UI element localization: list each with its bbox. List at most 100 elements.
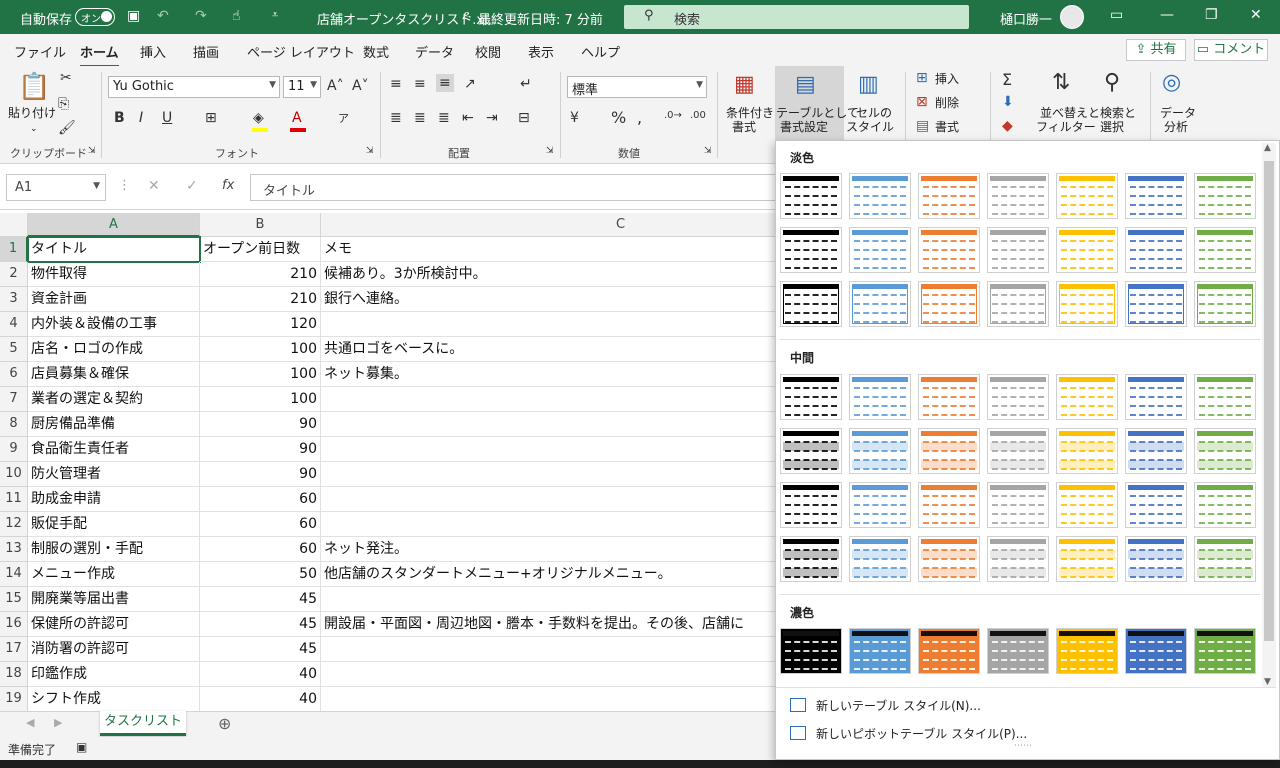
row-header[interactable]: 1 — [0, 237, 28, 262]
user-avatar[interactable] — [1060, 5, 1084, 29]
align-center-icon[interactable]: ≣ — [414, 110, 426, 126]
row-header[interactable]: 12 — [0, 512, 28, 537]
restore-icon[interactable]: ❐ — [1205, 7, 1218, 23]
table-style-option[interactable] — [918, 281, 980, 327]
format-as-table-label-2[interactable]: 書式設定 — [780, 120, 828, 134]
autosave-toggle[interactable]: オン — [75, 8, 115, 26]
align-left-icon[interactable]: ≣ — [390, 110, 402, 126]
cell-title[interactable]: 制服の選別・手配 — [28, 537, 200, 562]
cell-styles-label-1[interactable]: セルの — [856, 106, 892, 120]
find-select-label-2[interactable]: 選択 — [1100, 120, 1124, 134]
align-bottom-icon[interactable]: ≡ — [436, 74, 454, 92]
row-header[interactable]: 4 — [0, 312, 28, 337]
table-style-option[interactable] — [1056, 428, 1118, 474]
increase-decimal-icon[interactable]: .0→ — [664, 110, 682, 121]
table-style-option[interactable] — [918, 227, 980, 273]
cell-title[interactable]: 業者の選定＆契約 — [28, 387, 200, 412]
table-style-option[interactable] — [1056, 281, 1118, 327]
enter-icon[interactable]: ✓ — [186, 178, 198, 194]
tab-file[interactable]: ファイル — [14, 42, 66, 61]
cell-title[interactable]: 厨房備品準備 — [28, 412, 200, 437]
table-style-option[interactable] — [918, 536, 980, 582]
table-style-option[interactable] — [1125, 482, 1187, 528]
table-style-option[interactable] — [849, 482, 911, 528]
data-analysis-label-2[interactable]: 分析 — [1164, 120, 1188, 134]
paste-label[interactable]: 貼り付け — [8, 106, 56, 120]
next-sheet-icon[interactable]: ▶ — [54, 716, 62, 729]
redo-icon[interactable]: ↷ — [195, 8, 207, 24]
row-header[interactable]: 18 — [0, 662, 28, 687]
tab-help[interactable]: ヘルプ — [581, 42, 620, 61]
save-icon[interactable]: ▣ — [127, 8, 140, 24]
new-pivot-style-item[interactable]: 新しいピボットテーブル スタイル(P)... — [790, 725, 1027, 742]
row-header[interactable]: 16 — [0, 612, 28, 637]
cancel-icon[interactable]: ✕ — [148, 178, 160, 194]
font-launcher-icon[interactable]: ⇲ — [366, 146, 374, 156]
number-launcher-icon[interactable]: ⇲ — [704, 146, 712, 156]
table-style-option[interactable] — [918, 173, 980, 219]
number-format-combo[interactable]: 標準 ▼ — [567, 76, 707, 98]
phonetic-icon[interactable]: ア — [338, 110, 349, 126]
copy-icon[interactable]: ⎘ — [58, 96, 69, 112]
align-top-icon[interactable]: ≡ — [390, 76, 402, 92]
orientation-icon[interactable]: ↗ — [464, 76, 476, 92]
cell-title[interactable]: 内外装＆設備の工事 — [28, 312, 200, 337]
table-style-option[interactable] — [1056, 628, 1118, 674]
sort-filter-label-2[interactable]: フィルター — [1036, 120, 1096, 134]
cell-title[interactable]: メニュー作成 — [28, 562, 200, 587]
table-style-option[interactable] — [849, 227, 911, 273]
add-sheet-icon[interactable]: ⊕ — [218, 714, 231, 733]
cell-days[interactable]: 90 — [200, 437, 321, 462]
prev-sheet-icon[interactable]: ◀ — [26, 716, 34, 729]
decrease-indent-icon[interactable]: ⇤ — [462, 110, 474, 126]
table-style-option[interactable] — [1125, 536, 1187, 582]
decrease-font-icon[interactable]: A˅ — [352, 78, 369, 94]
table-style-option[interactable] — [1056, 227, 1118, 273]
customize-toolbar-icon[interactable]: ⩡ — [272, 8, 278, 22]
tab-insert[interactable]: 挿入 — [140, 42, 166, 61]
cell-title[interactable]: 資金計画 — [28, 287, 200, 312]
select-all-corner[interactable] — [0, 213, 28, 237]
table-style-option[interactable] — [1194, 428, 1256, 474]
insert-function-icon[interactable]: fx — [222, 178, 234, 193]
delete-cells-label[interactable]: 削除 — [935, 96, 959, 110]
table-style-option[interactable] — [849, 281, 911, 327]
table-style-option[interactable] — [1125, 173, 1187, 219]
cell-styles-icon[interactable]: ▥ — [858, 72, 879, 97]
table-style-option[interactable] — [987, 227, 1049, 273]
italic-icon[interactable]: I — [139, 110, 143, 126]
scroll-up-icon[interactable]: ▲ — [1264, 143, 1271, 153]
table-style-option[interactable] — [780, 374, 842, 420]
tab-review[interactable]: 校閲 — [475, 42, 501, 61]
cell-title[interactable]: 助成金申請 — [28, 487, 200, 512]
row-header[interactable]: 8 — [0, 412, 28, 437]
row-header[interactable]: 3 — [0, 287, 28, 312]
cell-days[interactable]: 90 — [200, 462, 321, 487]
merge-center-icon[interactable]: ⊟ — [518, 110, 530, 126]
align-middle-icon[interactable]: ≡ — [414, 76, 426, 92]
conditional-format-label-1[interactable]: 条件付き — [726, 106, 774, 120]
undo-icon[interactable]: ↶ — [157, 8, 169, 24]
table-style-option[interactable] — [780, 628, 842, 674]
sort-filter-label-1[interactable]: 並べ替えと — [1040, 106, 1100, 120]
clear-icon[interactable]: ◆ — [1002, 118, 1013, 134]
name-box[interactable]: A1 ▼ — [6, 174, 106, 201]
table-style-option[interactable] — [780, 428, 842, 474]
table-style-option[interactable] — [849, 628, 911, 674]
font-size-combo[interactable]: 11 ▼ — [283, 76, 321, 98]
align-right-icon[interactable]: ≣ — [438, 110, 450, 126]
table-style-option[interactable] — [918, 482, 980, 528]
gallery-scrollbar[interactable]: ▲ ▼ — [1262, 143, 1276, 687]
tab-data[interactable]: データ — [415, 42, 454, 61]
table-style-option[interactable] — [987, 428, 1049, 474]
touch-mode-icon[interactable]: ☝ — [232, 8, 241, 24]
table-style-option[interactable] — [918, 628, 980, 674]
scroll-thumb[interactable] — [1264, 161, 1274, 641]
row-header[interactable]: 15 — [0, 587, 28, 612]
sheet-tab-tasklist[interactable]: タスクリスト — [100, 711, 186, 736]
table-style-option[interactable] — [780, 281, 842, 327]
tab-draw[interactable]: 描画 — [193, 42, 219, 61]
conditional-format-label-2[interactable]: 書式 — [732, 120, 756, 134]
resize-grip-icon[interactable]: ⋯⋯ — [1014, 741, 1032, 751]
cell-days[interactable]: 120 — [200, 312, 321, 337]
